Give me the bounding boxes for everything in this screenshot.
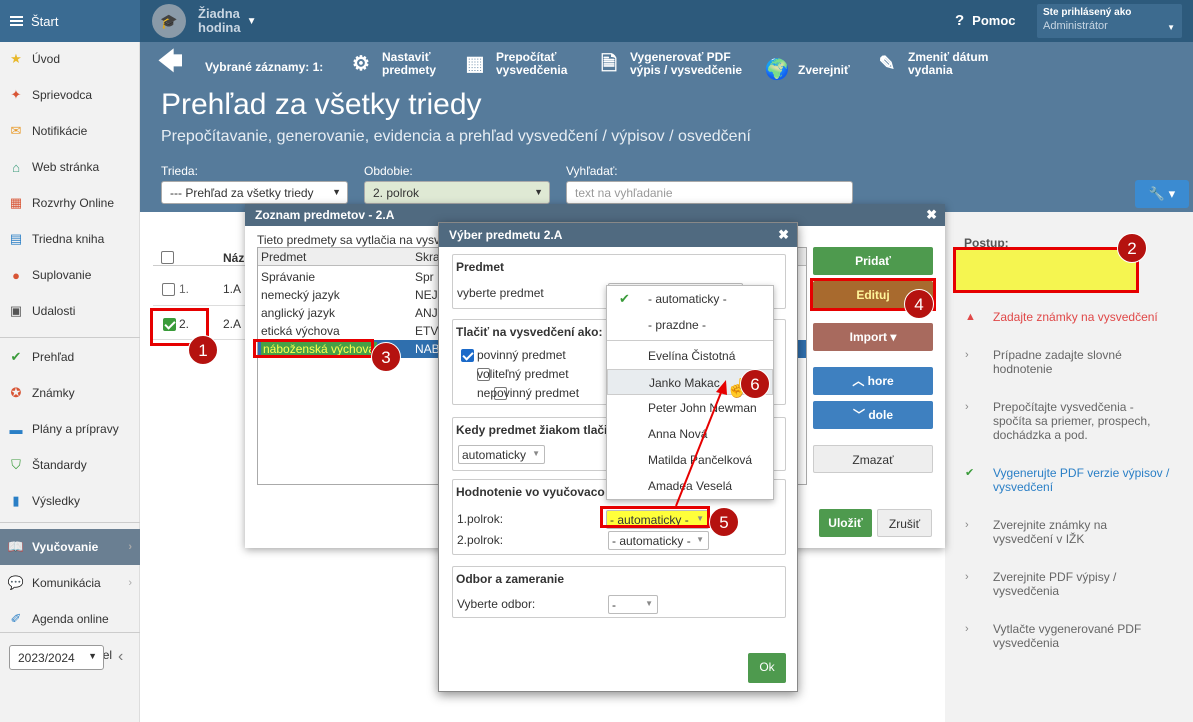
app-root: Štart 🎓 Žiadna hodina ▼ ? Pomoc Ste prihlá… — [0, 0, 1193, 722]
red-arrow — [675, 380, 727, 507]
step-badge: 3 — [371, 342, 401, 372]
step-badge: 1 — [188, 335, 218, 365]
step-badge: 2 — [1117, 233, 1147, 263]
step-badge: 5 — [709, 507, 739, 537]
step-badge: 6 — [740, 369, 770, 399]
step-badge: 4 — [904, 289, 934, 319]
